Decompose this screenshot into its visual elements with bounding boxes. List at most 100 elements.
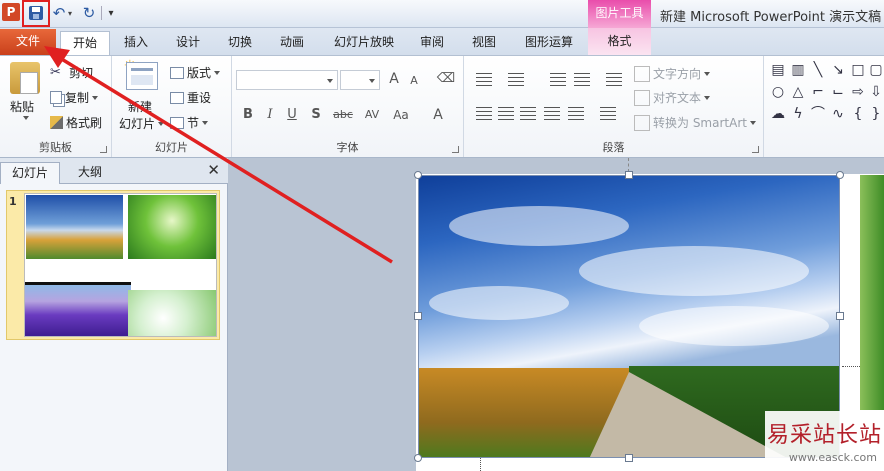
align-left-button[interactable] [476, 107, 492, 121]
line-shape-icon[interactable]: ╲ [810, 62, 826, 78]
resize-handle-left[interactable] [414, 312, 422, 320]
block-arrow-right-shape-icon[interactable]: ⇨ [850, 84, 866, 100]
text-direction-label: 文字方向 [653, 67, 702, 81]
tab-transitions[interactable]: 切换 [218, 31, 262, 55]
paragraph-group: 文字方向 对齐文本 转换为 SmartArt 段落 [464, 56, 764, 157]
tab-design[interactable]: 设计 [166, 31, 210, 55]
oval-shape-icon[interactable]: ○ [770, 84, 786, 100]
tab-insert[interactable]: 插入 [114, 31, 158, 55]
arrow-line-shape-icon[interactable]: ↘ [830, 62, 846, 78]
bullets-button[interactable] [476, 73, 492, 87]
redo-button[interactable]: ↻ [82, 3, 96, 23]
cut-button[interactable]: ✂ 剪切 [50, 64, 93, 81]
thumb-image-water-drops [128, 290, 216, 336]
distributed-button[interactable] [568, 107, 584, 121]
clear-format-button[interactable]: ⌫ [436, 70, 456, 88]
new-slide-dropdown[interactable]: 幻灯片 [119, 115, 165, 132]
justify-button[interactable] [544, 107, 560, 121]
tab-review[interactable]: 审阅 [410, 31, 454, 55]
slide-thumbnail-selected[interactable] [6, 190, 220, 340]
lightning-shape-icon[interactable]: ϟ [790, 106, 806, 122]
cloud-shape-icon[interactable]: ☁ [770, 106, 786, 122]
elbow-connector-shape-icon[interactable]: ⌐ [810, 84, 826, 100]
resize-handle-top-left[interactable] [414, 171, 422, 179]
paragraph-dialog-launcher[interactable] [752, 146, 759, 153]
resize-handle-top-right[interactable] [836, 171, 844, 179]
tab-view[interactable]: 视图 [462, 31, 506, 55]
tab-slides[interactable]: 幻灯片 [0, 162, 60, 184]
resize-handle-top[interactable] [625, 171, 633, 179]
textbox-shape-icon[interactable]: ▤ [770, 62, 786, 78]
clipboard-dialog-launcher[interactable] [100, 146, 107, 153]
paste-dropdown[interactable] [20, 116, 29, 120]
align-text-button[interactable]: 对齐文本 [634, 89, 711, 106]
tab-format[interactable]: 格式 [588, 28, 651, 55]
new-slide-icon[interactable] [126, 62, 158, 90]
tab-slideshow[interactable]: 幻灯片放映 [326, 31, 402, 55]
shadow-button[interactable]: S [306, 106, 326, 124]
new-slide-button[interactable]: 新建 [128, 98, 152, 115]
vertical-textbox-shape-icon[interactable]: ▥ [790, 62, 806, 78]
rounded-rectangle-shape-icon[interactable]: ▢ [868, 62, 884, 78]
thumb-image-road [26, 195, 123, 259]
tab-animations[interactable]: 动画 [270, 31, 314, 55]
ribbon: 粘贴 ✂ 剪切 复制 格式刷 剪贴板 ✳ 新建 幻灯片 版式 重设 节 幻灯片 A… [0, 55, 884, 158]
section-button[interactable]: 节 [170, 114, 209, 131]
numbering-button[interactable] [508, 73, 524, 87]
resize-handle-bottom-left[interactable] [414, 454, 422, 462]
line-spacing-button[interactable] [606, 73, 622, 87]
tab-home[interactable]: 开始 [60, 31, 110, 56]
reset-button[interactable]: 重设 [170, 89, 211, 106]
font-name-combo[interactable] [236, 70, 338, 90]
watermark-text: 易采站长站 [766, 423, 882, 448]
grow-font-button[interactable]: A [384, 70, 404, 88]
convert-smartart-button[interactable]: 转换为 SmartArt [634, 114, 756, 131]
strikethrough-button[interactable]: abc [330, 106, 356, 124]
font-dialog-launcher[interactable] [452, 146, 459, 153]
undo-button[interactable]: ↶ [52, 3, 66, 23]
eraser-icon: ⌫ [436, 71, 456, 86]
rectangle-shape-icon[interactable]: □ [850, 62, 866, 78]
italic-button[interactable]: I [260, 106, 280, 124]
block-arrow-down-shape-icon[interactable]: ⇩ [868, 84, 884, 100]
bold-button[interactable]: B [238, 106, 258, 124]
font-color-button[interactable]: A [428, 106, 448, 124]
elbow-arrow-shape-icon[interactable]: ⌙ [830, 84, 846, 100]
close-icon[interactable]: ✕ [207, 161, 220, 179]
font-size-combo[interactable] [340, 70, 380, 90]
ribbon-tabs: 文件 开始 插入 设计 切换 动画 幻灯片放映 审阅 视图 图形运算 格式 [0, 28, 884, 56]
format-painter-label: 格式刷 [66, 116, 103, 130]
copy-button[interactable]: 复制 [50, 89, 99, 106]
align-right-button[interactable] [520, 107, 536, 121]
powerpoint-app-icon[interactable]: P [2, 3, 20, 21]
underline-button[interactable]: U [282, 106, 302, 124]
resize-handle-right[interactable] [836, 312, 844, 320]
layout-button[interactable]: 版式 [170, 64, 221, 81]
format-painter-button[interactable]: 格式刷 [50, 114, 102, 131]
tab-shape-operations[interactable]: 图形运算 [516, 31, 582, 55]
tab-file[interactable]: 文件 [0, 29, 56, 55]
decrease-indent-button[interactable] [550, 73, 566, 87]
text-direction-button[interactable]: 文字方向 [634, 65, 711, 82]
paste-button[interactable]: 粘贴 [10, 98, 34, 115]
slide-number: 1 [9, 195, 17, 208]
columns-button[interactable] [600, 107, 616, 121]
partial-image-green[interactable] [860, 175, 884, 410]
shrink-font-button[interactable]: A [404, 72, 424, 90]
increase-indent-button[interactable] [574, 73, 590, 87]
left-brace-shape-icon[interactable]: { [850, 106, 866, 122]
change-case-button[interactable]: Aa [390, 106, 412, 124]
align-center-button[interactable] [498, 107, 514, 121]
slide-thumbnail[interactable] [24, 193, 217, 337]
undo-dropdown[interactable]: ▾ [66, 3, 74, 23]
triangle-shape-icon[interactable]: △ [790, 84, 806, 100]
right-brace-shape-icon[interactable]: } [868, 106, 884, 122]
paste-icon[interactable] [10, 62, 40, 94]
shapes-gallery[interactable]: ▤ ▥ ╲ ↘ □ ▢ ○ △ ⌐ ⌙ ⇨ ⇩ ☁ ϟ ⌒ ∿ { } [768, 60, 884, 130]
resize-handle-bottom[interactable] [625, 454, 633, 462]
character-spacing-button[interactable]: AV [360, 106, 384, 124]
tab-outline[interactable]: 大纲 [62, 162, 118, 184]
curve-shape-icon[interactable]: ∿ [830, 106, 846, 122]
arc-shape-icon[interactable]: ⌒ [810, 106, 826, 122]
customize-quick-access-button[interactable]: ▾ [106, 3, 116, 23]
